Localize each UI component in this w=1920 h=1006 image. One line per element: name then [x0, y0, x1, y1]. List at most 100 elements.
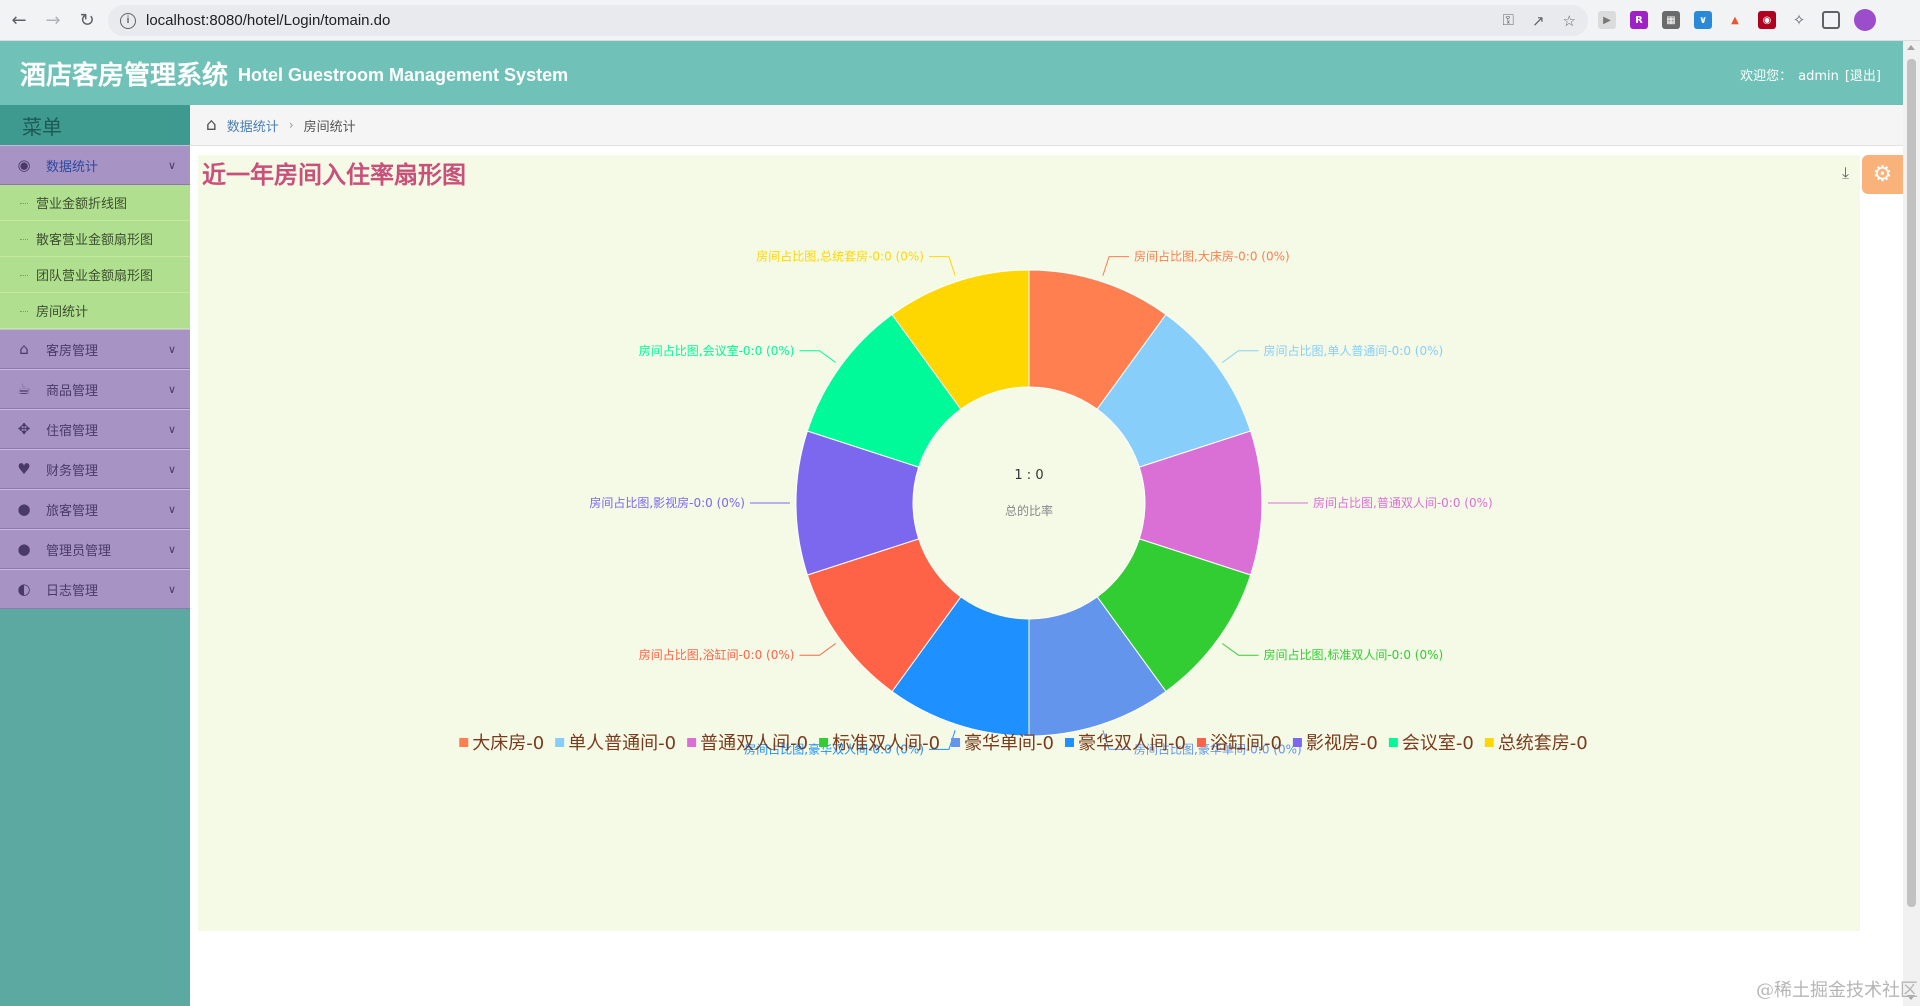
breadcrumb-link[interactable]: 数据统计: [227, 116, 279, 135]
menu-title: 菜单: [0, 105, 190, 145]
legend-swatch[interactable]: [459, 738, 469, 747]
sidebar-item-individual-pie[interactable]: 散客营业金额扇形图: [0, 221, 190, 257]
slice-label-line: [1102, 256, 1130, 276]
heart-icon: ♥: [17, 460, 31, 478]
user-icon: ●: [17, 500, 31, 518]
slice-label: 房间占比图,大床房-0:0 (0%): [1134, 249, 1290, 264]
star-icon[interactable]: ☆: [1563, 12, 1576, 30]
legend-label[interactable]: 影视房-0: [1306, 733, 1378, 754]
extension-icon[interactable]: ▲: [1726, 11, 1744, 29]
menu-group-label: 住宿管理: [46, 423, 99, 439]
sidebar-item-room-stats[interactable]: 房间统计: [0, 293, 190, 329]
menu-group-guests[interactable]: ● 旅客管理 ∨: [0, 489, 190, 529]
home-icon: ⌂: [19, 340, 29, 358]
sidebar: 菜单 ◉ 数据统计 ∨ 营业金额折线图 散客营业金额扇形图 团队营业金额扇形图 …: [0, 105, 190, 1006]
legend-label[interactable]: 普通双人间-0: [700, 733, 808, 754]
settings-button[interactable]: ⚙: [1862, 155, 1903, 194]
menu-group-label: 客房管理: [46, 343, 99, 359]
legend-swatch[interactable]: [1388, 738, 1398, 747]
menu-group-finance[interactable]: ♥ 财务管理 ∨: [0, 449, 190, 489]
move-icon: ✥: [17, 420, 31, 438]
extension-icon[interactable]: ▶: [1598, 11, 1616, 29]
extensions-bar: ▶ R ▦ ∨ ▲ ◉ ✧: [1598, 9, 1876, 31]
welcome-area: 欢迎您： admin [退出]: [1734, 65, 1881, 84]
menu-group-rooms[interactable]: ⌂ 客房管理 ∨: [0, 329, 190, 369]
home-icon[interactable]: ⌂: [206, 115, 217, 135]
legend-swatch[interactable]: [819, 738, 829, 747]
slice-label-line: [799, 643, 836, 656]
username: admin: [1798, 69, 1839, 84]
menu-group-logs[interactable]: ◐ 日志管理 ∨: [0, 569, 190, 609]
browser-toolbar: ← → ↻ i localhost:8080/hotel/Login/tomai…: [0, 0, 1920, 41]
legend-label[interactable]: 豪华单间-0: [964, 733, 1054, 754]
legend-swatch[interactable]: [1196, 738, 1206, 747]
legend-swatch[interactable]: [687, 738, 697, 747]
slice-label: 房间占比图,单人普通间-0:0 (0%): [1264, 343, 1444, 358]
chevron-down-icon: ∨: [167, 463, 176, 476]
scroll-up-icon[interactable]: [1907, 45, 1915, 50]
extension-icon[interactable]: R: [1630, 11, 1648, 29]
back-icon[interactable]: ←: [4, 5, 34, 35]
legend-label[interactable]: 标准双人间-0: [832, 733, 940, 754]
shield-icon[interactable]: ◉: [1758, 11, 1776, 29]
center-label: 总的比率: [1005, 503, 1053, 518]
site-info-icon[interactable]: i: [120, 12, 136, 29]
share-icon[interactable]: ↗: [1532, 12, 1545, 30]
user-icon: ●: [17, 540, 31, 558]
page-title: 近一年房间入住率扇形图: [202, 161, 466, 189]
slice-label-line: [928, 256, 956, 276]
menu-group-admins[interactable]: ● 管理员管理 ∨: [0, 529, 190, 569]
page-scrollbar[interactable]: [1903, 41, 1920, 1006]
legend-label[interactable]: 豪华双人间-0: [1078, 733, 1186, 754]
extension-icon[interactable]: ∨: [1694, 11, 1712, 29]
menu-group-lodging[interactable]: ✥ 住宿管理 ∨: [0, 409, 190, 449]
adjust-icon: ◐: [17, 580, 31, 598]
slice-label-line: [1222, 643, 1259, 656]
logout-link[interactable]: [退出]: [1845, 69, 1881, 84]
profile-avatar[interactable]: [1854, 9, 1876, 31]
sidebar-item-revenue-line[interactable]: 营业金额折线图: [0, 185, 190, 221]
breadcrumb-current: 房间统计: [303, 119, 356, 135]
chart-panel: 房间占比图,大床房-0:0 (0%) 房间占比图,单人普通间-0:0 (0%) 房间…: [198, 155, 1860, 931]
menu-group-label: 商品管理: [46, 383, 99, 399]
chart-legend: 大床房-0 单人普通间-0 普通双人间-0 标准双人间-0 豪华单间-0 豪华双人间-0 浴…: [459, 732, 1588, 754]
reload-icon[interactable]: ↻: [72, 5, 102, 35]
legend-label[interactable]: 总统套房-0: [1498, 733, 1588, 754]
slice-label-line: [1222, 350, 1259, 363]
slice-label: 房间占比图,会议室-0:0 (0%): [639, 343, 795, 358]
legend-swatch[interactable]: [1065, 738, 1074, 747]
legend-label[interactable]: 会议室-0: [1402, 733, 1474, 754]
legend-swatch[interactable]: [1484, 738, 1494, 747]
download-icon[interactable]: ⤓: [1842, 163, 1849, 183]
chevron-down-icon: ∨: [167, 543, 176, 556]
chevron-down-icon: ∨: [167, 343, 176, 356]
chevron-down-icon: ∨: [167, 583, 176, 596]
watermark: @稀土掘金技术社区: [1756, 980, 1918, 1001]
legend-label[interactable]: 大床房-0: [472, 733, 544, 754]
address-bar[interactable]: i localhost:8080/hotel/Login/tomain.do ⚿…: [108, 5, 1588, 36]
chevron-down-icon: ∨: [167, 423, 176, 436]
scroll-thumb[interactable]: [1907, 59, 1916, 907]
legend-swatch[interactable]: [555, 738, 565, 747]
legend-swatch[interactable]: [951, 738, 961, 747]
app-title-cn: 酒店客房管理系统: [20, 60, 229, 91]
forward-icon[interactable]: →: [38, 5, 68, 35]
menu-group-goods[interactable]: ☕ 商品管理 ∨: [0, 369, 190, 409]
menu-group-stats[interactable]: ◉ 数据统计 ∨: [0, 145, 190, 185]
menu-group-label: 数据统计: [46, 159, 99, 175]
center-value: 1 : 0: [1014, 468, 1043, 483]
key-icon[interactable]: ⚿: [1503, 12, 1514, 29]
menu-group-label: 日志管理: [46, 583, 99, 599]
sidebar-item-team-pie[interactable]: 团队营业金额扇形图: [0, 257, 190, 293]
menu-group-label: 旅客管理: [46, 503, 99, 519]
legend-label[interactable]: 浴缸间-0: [1210, 732, 1282, 754]
puzzle-icon[interactable]: ✧: [1790, 11, 1808, 29]
legend-swatch[interactable]: [1292, 738, 1302, 747]
welcome-text: 欢迎您：: [1740, 69, 1793, 84]
slice-label-line: [799, 350, 836, 363]
dashboard-icon: ◉: [17, 156, 31, 174]
legend-label[interactable]: 单人普通间-0: [568, 733, 676, 754]
sidepanel-icon[interactable]: [1822, 11, 1840, 29]
extension-icon[interactable]: ▦: [1662, 11, 1680, 29]
app-title-en: Hotel Guestroom Management System: [238, 64, 569, 85]
